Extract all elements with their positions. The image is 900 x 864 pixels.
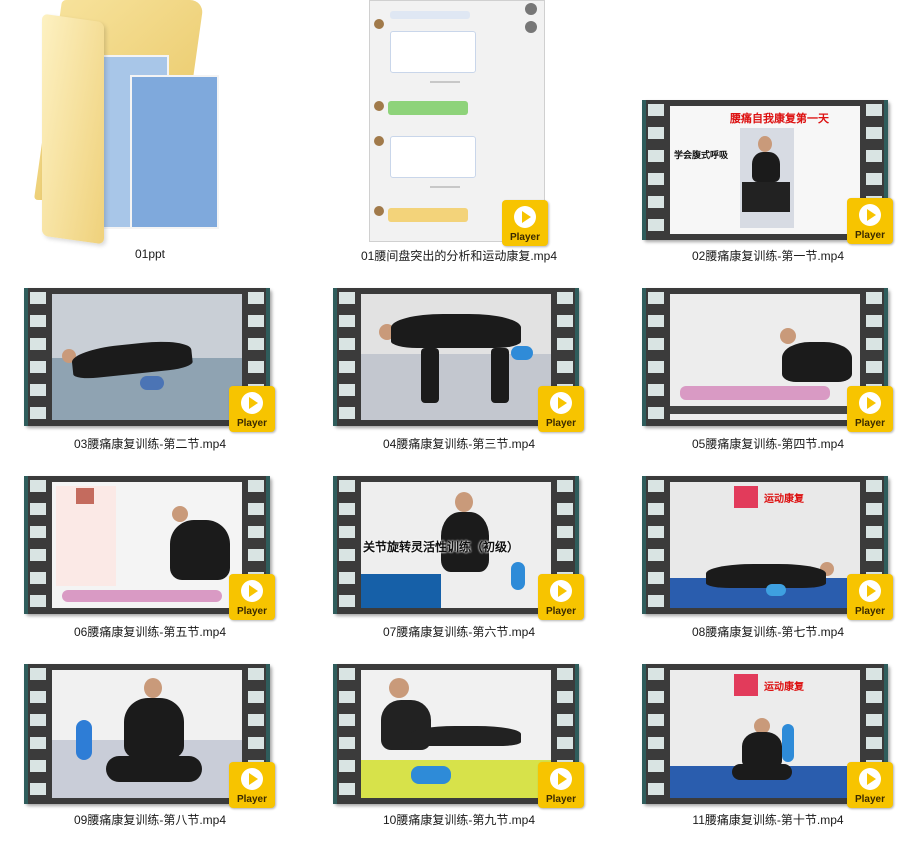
video-item-10[interactable]: Player 10腰痛康复训练-第九节.mp4 xyxy=(309,664,609,864)
video-item-04[interactable]: Player 04腰痛康复训练-第三节.mp4 xyxy=(309,288,609,488)
video-item-09[interactable]: Player 09腰痛康复训练-第八节.mp4 xyxy=(0,664,300,864)
video-item-01[interactable]: Player 01腰间盘突出的分析和运动康复.mp4 xyxy=(309,0,609,263)
file-name: 07腰痛康复训练-第六节.mp4 xyxy=(382,625,536,639)
file-name: 03腰痛康复训练-第二节.mp4 xyxy=(73,437,227,451)
folder-icon xyxy=(0,0,300,245)
video-item-06[interactable]: Player 06腰痛康复训练-第五节.mp4 xyxy=(0,476,300,676)
player-badge: Player xyxy=(229,574,275,620)
player-badge: Player xyxy=(538,386,584,432)
player-badge: Player xyxy=(847,574,893,620)
video-item-11[interactable]: 运动康复 Player 11腰痛康复训练-第十节.mp4 xyxy=(618,664,900,864)
play-icon xyxy=(550,580,572,602)
file-grid: 01ppt Player 01腰间盘突出的分析和运动康复.mp4 腰痛自我康复第… xyxy=(0,0,900,827)
player-badge: Player xyxy=(538,762,584,808)
play-icon xyxy=(859,768,881,790)
player-badge: Player xyxy=(229,386,275,432)
player-badge: Player xyxy=(538,574,584,620)
video-item-05[interactable]: Player 05腰痛康复训练-第四节.mp4 xyxy=(618,288,900,488)
file-name: 06腰痛康复训练-第五节.mp4 xyxy=(73,625,227,639)
file-name: 11腰痛康复训练-第十节.mp4 xyxy=(692,813,844,827)
play-icon xyxy=(550,392,572,414)
file-name: 01ppt xyxy=(134,247,166,261)
player-badge: Player xyxy=(847,198,893,244)
video-item-03[interactable]: Player 03腰痛康复训练-第二节.mp4 xyxy=(0,288,300,488)
folder-item-01ppt[interactable]: 01ppt xyxy=(0,0,300,261)
play-icon xyxy=(241,768,263,790)
video-item-07[interactable]: 关节旋转灵活性训练（初级） Player 07腰痛康复训练-第六节.mp4 xyxy=(309,476,609,676)
file-name: 08腰痛康复训练-第七节.mp4 xyxy=(691,625,845,639)
player-badge: Player xyxy=(229,762,275,808)
play-icon xyxy=(514,206,536,228)
file-name: 02腰痛康复训练-第一节.mp4 xyxy=(691,249,845,263)
video-item-02[interactable]: 腰痛自我康复第一天 学会腹式呼吸 Player 02腰痛康复训练-第一节.mp4 xyxy=(618,0,900,263)
player-badge: Player xyxy=(502,200,548,246)
play-icon xyxy=(859,580,881,602)
file-name: 05腰痛康复训练-第四节.mp4 xyxy=(691,437,845,451)
file-name: 09腰痛康复训练-第八节.mp4 xyxy=(73,813,227,827)
file-name: 10腰痛康复训练-第九节.mp4 xyxy=(382,813,536,827)
play-icon xyxy=(550,768,572,790)
play-icon xyxy=(859,392,881,414)
video-item-08[interactable]: 运动康复 Player 08腰痛康复训练-第七节.mp4 xyxy=(618,476,900,676)
player-badge: Player xyxy=(847,762,893,808)
play-icon xyxy=(859,204,881,226)
play-icon xyxy=(241,392,263,414)
play-icon xyxy=(241,580,263,602)
file-name: 01腰间盘突出的分析和运动康复.mp4 xyxy=(360,249,558,263)
player-badge: Player xyxy=(847,386,893,432)
file-name: 04腰痛康复训练-第三节.mp4 xyxy=(382,437,536,451)
